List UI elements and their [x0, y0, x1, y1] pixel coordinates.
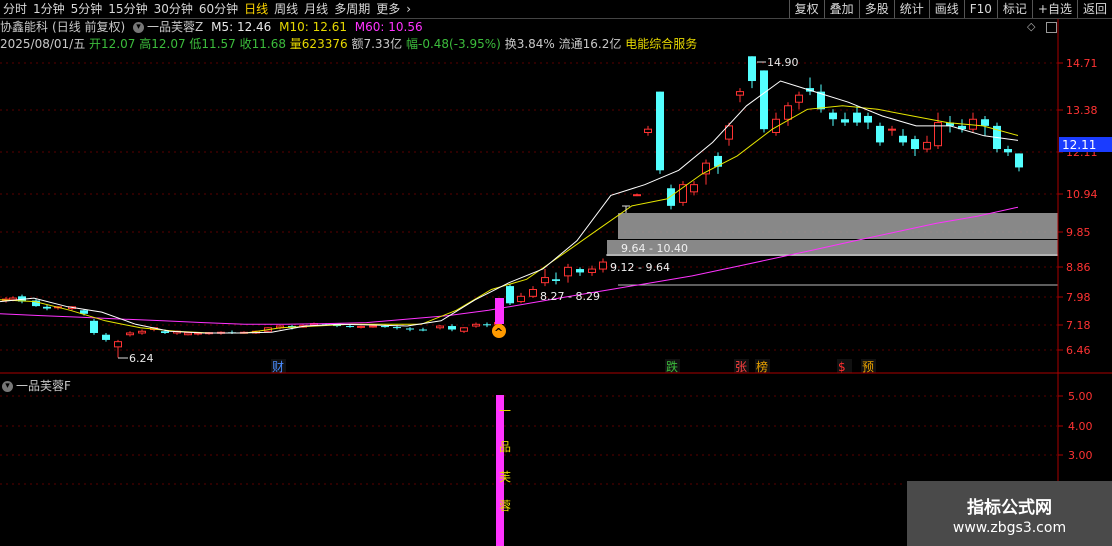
event-marker-3: 榜 [756, 359, 768, 374]
event-marker-1: 跌 [666, 359, 678, 374]
candle-up [599, 261, 607, 270]
candle-down [90, 320, 98, 333]
candle-up [529, 289, 537, 297]
candle-down [760, 70, 768, 130]
candle-up [644, 128, 652, 133]
candle-up [460, 327, 468, 332]
candle-down [981, 119, 989, 126]
price-tick-label: 7.18 [1066, 319, 1091, 332]
zone-band [618, 213, 1058, 239]
candle-up [357, 325, 365, 328]
candle-down [448, 326, 456, 330]
sub-tick-label: 5.00 [1068, 390, 1093, 403]
candle-up [138, 330, 146, 334]
candle-up [633, 194, 641, 197]
zone3-label: 8.27 - 8.29 [540, 290, 600, 303]
candle-down [829, 112, 837, 120]
signal-bar [495, 298, 504, 324]
candle-up [114, 341, 122, 348]
candle-up [588, 268, 596, 273]
price-tick-label: 6.46 [1066, 344, 1091, 357]
sub-bar-char-1: 品 [499, 440, 511, 454]
candle-up [564, 266, 572, 277]
sub-bar-char-0: 一 [499, 404, 511, 418]
candle-up [126, 332, 134, 336]
candle-down [102, 334, 110, 340]
candle-up [184, 332, 192, 336]
sub-panel-header: ▾ 一品芙蓉F [2, 377, 71, 394]
candle-down [506, 286, 514, 304]
candle-down [853, 112, 861, 123]
candle-down [576, 269, 584, 273]
candle-down [381, 326, 389, 328]
event-marker-0: 财 [272, 360, 284, 374]
event-marker-4: $ [838, 360, 846, 374]
candle-down [393, 327, 401, 329]
watermark: 指标公式网 www.zbgs3.com [907, 481, 1112, 546]
event-marker-5: 预 [862, 360, 874, 374]
price-tick-label: 8.86 [1066, 261, 1091, 274]
candle-down [406, 328, 414, 330]
candle-down [899, 135, 907, 143]
candle-up [888, 128, 896, 131]
candle-down [911, 139, 919, 150]
candle-down [1015, 153, 1023, 168]
candle-up [690, 184, 698, 193]
price-tick-label: 14.71 [1066, 57, 1098, 70]
candle-down [656, 91, 664, 171]
candle-up [795, 94, 803, 103]
candle-down [161, 331, 169, 333]
event-marker-2: 张 [735, 360, 747, 374]
candle-up [923, 141, 931, 150]
price-tick-label: 9.85 [1066, 226, 1091, 239]
candle-down [864, 115, 872, 123]
sub-bar-char-3: 蓉 [499, 499, 511, 513]
candle-up [517, 295, 525, 303]
zone2-label: 9.12 - 9.64 [610, 261, 670, 274]
sub-bar-char-2: 芙 [499, 470, 511, 484]
current-price-label: 12.11 [1062, 138, 1096, 152]
price-chart[interactable]: 14.90 6.24 9.64 - 10.40 9.12 - 9.64 8.27 - 8… [0, 0, 1112, 546]
watermark-title: 指标公式网 [967, 498, 1052, 518]
candlesticks [2, 56, 1023, 358]
candle-up [969, 118, 977, 130]
candle-up [436, 325, 444, 329]
candle-up [784, 105, 792, 120]
zone1-label: 9.64 - 10.40 [621, 242, 688, 255]
sub-panel-title[interactable]: 一品芙蓉F [16, 379, 71, 393]
candle-down [483, 324, 491, 326]
candle-down [346, 326, 354, 328]
candle-down [1004, 149, 1012, 153]
candle-up [472, 323, 480, 327]
candle-up [369, 325, 377, 328]
signal-up-glyph: ^ [494, 326, 503, 339]
watermark-url: www.zbgs3.com [952, 520, 1067, 536]
sub-tick-label: 4.00 [1068, 420, 1093, 433]
candle-up [736, 91, 744, 96]
sub-tick-label: 3.00 [1068, 449, 1093, 462]
candle-down [43, 306, 51, 309]
candle-down [552, 279, 560, 281]
high-price-label: 14.90 [767, 56, 799, 69]
candle-up [541, 277, 549, 284]
price-tick-label: 7.98 [1066, 291, 1091, 304]
candle-down [841, 119, 849, 123]
price-tick-label: 10.94 [1066, 188, 1098, 201]
chevron-down-icon[interactable]: ▾ [2, 381, 13, 392]
candle-down [714, 155, 722, 167]
low-price-label: 6.24 [129, 352, 154, 365]
candle-down [419, 329, 427, 331]
candle-down [876, 125, 884, 143]
candle-down [748, 56, 756, 82]
candle-down [667, 188, 675, 206]
price-tick-label: 13.38 [1066, 104, 1098, 117]
grid-lines [0, 62, 1058, 351]
